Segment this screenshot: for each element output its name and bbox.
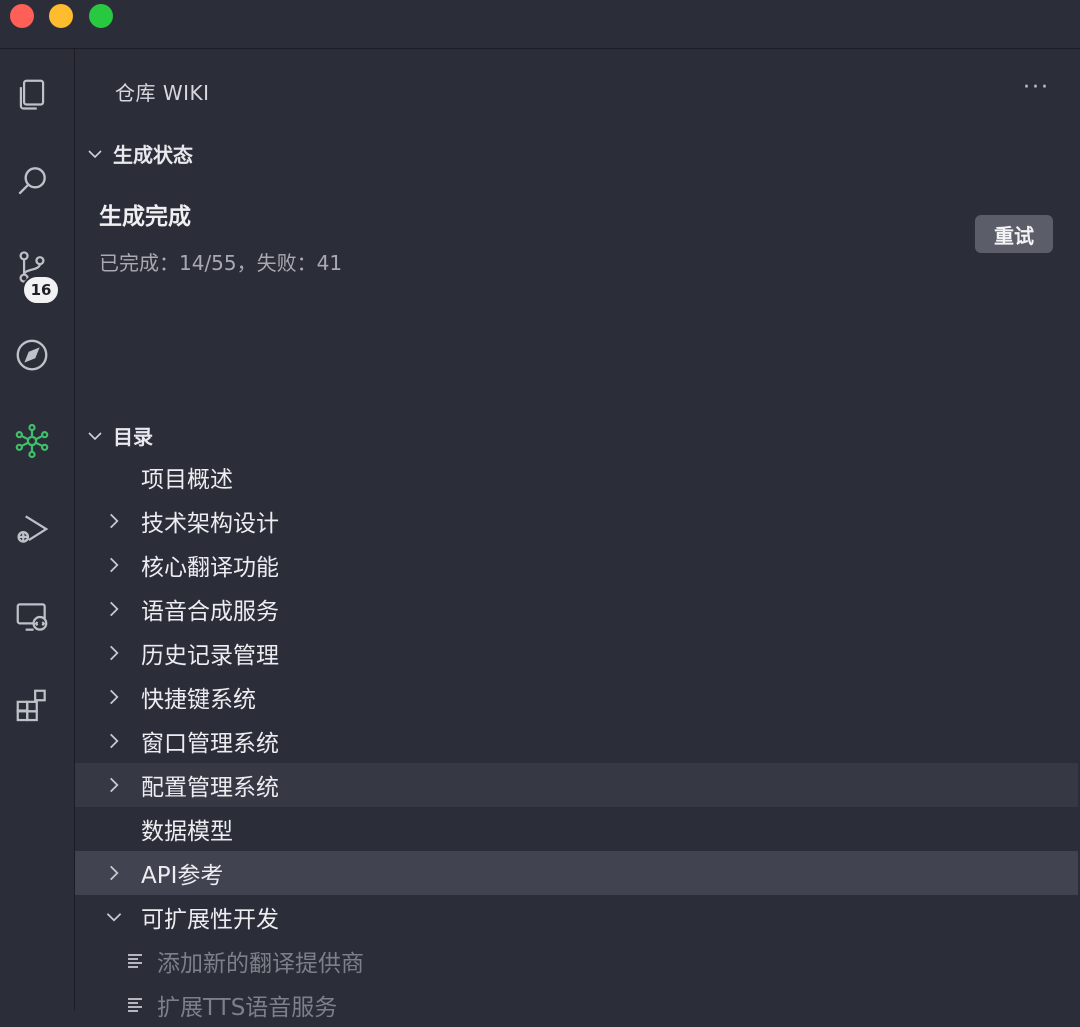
toc-item[interactable]: 历史记录管理	[75, 631, 1078, 675]
chevron-down-icon	[85, 426, 105, 446]
toc-subitem-label: 扩展TTS语音服务	[157, 995, 338, 1021]
document-icon	[125, 951, 145, 971]
toc-item-label: 可扩展性开发	[141, 907, 279, 933]
extensions-icon[interactable]	[12, 685, 52, 725]
toc-item[interactable]: 可扩展性开发	[75, 895, 1078, 939]
chevron-right-icon	[103, 554, 125, 576]
wiki-graph-icon[interactable]	[12, 421, 52, 461]
chevron-down-icon	[85, 144, 105, 164]
toc-item[interactable]: 核心翻译功能	[75, 543, 1078, 587]
toc-item-label: 快捷键系统	[141, 687, 256, 713]
panel-title: 仓库 WIKI	[115, 81, 210, 105]
status-progress: 已完成：14/55，失败：41	[99, 251, 343, 275]
chevron-right-icon	[103, 642, 125, 664]
wiki-panel: 仓库 WIKI ··· 生成状态 生成完成 已完成：14/55，失败：41 重试…	[75, 49, 1080, 1021]
status-title: 生成完成	[99, 204, 191, 230]
toc-item-label: 核心翻译功能	[141, 555, 279, 581]
toc-item[interactable]: 语音合成服务	[75, 587, 1078, 631]
chevron-right-icon	[103, 862, 125, 884]
toc-item[interactable]: API参考	[75, 851, 1078, 895]
toc-subitem[interactable]: 扩展TTS语音服务	[75, 983, 1078, 1027]
toc-item-label: 历史记录管理	[141, 643, 279, 669]
window-titlebar	[0, 0, 1080, 49]
toc-item-label: 项目概述	[141, 467, 233, 493]
toc-item[interactable]: 窗口管理系统	[75, 719, 1078, 763]
toc-subitem[interactable]: 添加新的翻译提供商	[75, 939, 1078, 983]
retry-button[interactable]: 重试	[975, 215, 1053, 253]
toc-subitem-label: 添加新的翻译提供商	[157, 951, 364, 977]
toc-item[interactable]: 配置管理系统	[75, 763, 1078, 807]
toc-item-label: 技术架构设计	[141, 511, 279, 537]
document-icon	[125, 995, 145, 1015]
toc-section-header[interactable]: 目录	[85, 421, 153, 450]
toc-item-label: 配置管理系统	[141, 775, 279, 801]
toc-item[interactable]: 项目概述	[75, 455, 1078, 499]
more-actions-button[interactable]: ···	[1023, 75, 1050, 100]
toc-item[interactable]: 快捷键系统	[75, 675, 1078, 719]
minimize-window-button[interactable]	[49, 4, 73, 28]
toc-item-label: API参考	[141, 863, 224, 889]
toc-section-label: 目录	[113, 425, 153, 449]
chevron-right-icon	[103, 598, 125, 620]
chevron-right-icon	[103, 510, 125, 532]
run-debug-icon[interactable]	[12, 509, 52, 549]
toc-item[interactable]: 数据模型	[75, 807, 1078, 851]
close-window-button[interactable]	[10, 4, 34, 28]
chevron-right-icon	[103, 686, 125, 708]
status-section-header[interactable]: 生成状态	[85, 139, 193, 168]
remote-explorer-icon[interactable]	[12, 597, 52, 637]
status-section-label: 生成状态	[113, 143, 193, 167]
explorer-icon[interactable]	[12, 75, 52, 115]
activity-bar: 16	[0, 49, 75, 1011]
compass-icon[interactable]	[12, 335, 52, 375]
toc-item[interactable]: 技术架构设计	[75, 499, 1078, 543]
zoom-window-button[interactable]	[89, 4, 113, 28]
chevron-right-icon	[103, 774, 125, 796]
toc-item-label: 数据模型	[141, 819, 233, 845]
toc-item-label: 窗口管理系统	[141, 731, 279, 757]
source-control-badge: 16	[22, 275, 60, 305]
search-icon[interactable]	[12, 161, 52, 201]
chevron-right-icon	[103, 730, 125, 752]
toc-item-label: 语音合成服务	[141, 599, 279, 625]
chevron-down-icon	[103, 906, 125, 928]
